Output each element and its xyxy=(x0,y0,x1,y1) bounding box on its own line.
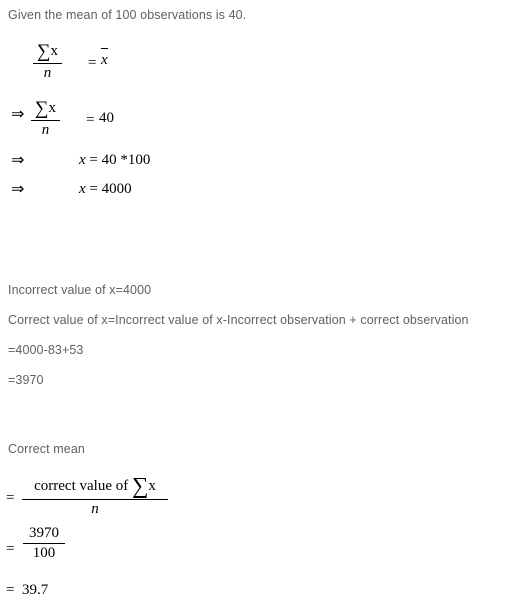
equation-1-rhs: x xyxy=(101,47,108,69)
equation-4-body: x = 4000 xyxy=(79,181,132,198)
equation-2-fraction: ∑x n xyxy=(31,99,61,139)
correct-mean-equals-1: = xyxy=(6,490,15,506)
correct-mean-numerator: correct value of ∑x xyxy=(22,473,168,499)
equation-1-numerator: ∑x xyxy=(33,42,62,63)
equation-2-equals: = xyxy=(86,112,95,128)
solution-document: Given the mean of 100 observations is 40… xyxy=(0,0,517,609)
equation-2-rhs: 40 xyxy=(99,110,114,126)
x-bar-symbol: x xyxy=(101,47,108,68)
statement-correct-value-formula: Correct value of x=Incorrect value of x-… xyxy=(8,313,469,327)
equation-4-lhs: x xyxy=(79,181,86,197)
correct-mean-numerator-var: x xyxy=(148,478,156,494)
sigma-icon: ∑ xyxy=(37,41,51,62)
equation-2-numerator-var: x xyxy=(48,100,57,116)
correct-mean-fraction: correct value of ∑x n xyxy=(22,473,168,518)
equation-4-relation: = 4000 xyxy=(89,181,132,197)
intro-statement: Given the mean of 100 observations is 40… xyxy=(8,8,247,22)
equation-2-denominator: n xyxy=(41,121,50,138)
correct-mean-equals-2: = xyxy=(6,541,15,557)
equation-1-equals: = xyxy=(88,55,97,71)
correct-mean-heading: Correct mean xyxy=(8,442,85,456)
equation-3-relation: = 40 *100 xyxy=(89,152,151,168)
correct-mean-numerator-text: correct value of xyxy=(34,478,129,494)
correct-mean-numeric-denominator: 100 xyxy=(32,544,56,561)
equation-3-lhs: x xyxy=(79,152,86,168)
equation-1-numerator-var: x xyxy=(50,43,59,59)
correct-mean-denominator: n xyxy=(91,501,99,518)
equation-2-arrow: ⇒ xyxy=(11,106,25,123)
statement-substitution: =4000-83+53 xyxy=(8,343,84,357)
equation-3-body: x = 40 *100 xyxy=(79,152,150,169)
final-answer-value: 39.7 xyxy=(22,582,49,598)
statement-incorrect-value: Incorrect value of x=4000 xyxy=(8,283,152,297)
equation-1-fraction: ∑x n xyxy=(33,42,63,82)
correct-mean-numeric-fraction: 3970 100 xyxy=(23,525,65,562)
equation-3-arrow: ⇒ xyxy=(11,152,25,169)
correct-mean-numeric-numerator: 3970 xyxy=(29,525,59,541)
equation-1-denominator: n xyxy=(43,64,52,81)
sigma-icon: ∑ xyxy=(35,98,49,119)
sigma-icon: ∑ xyxy=(131,473,149,498)
final-answer-equals: = xyxy=(6,582,15,598)
equation-4-arrow: ⇒ xyxy=(11,181,25,198)
statement-corrected-sum: =3970 xyxy=(8,373,44,387)
equation-2-numerator: ∑x xyxy=(31,99,60,120)
